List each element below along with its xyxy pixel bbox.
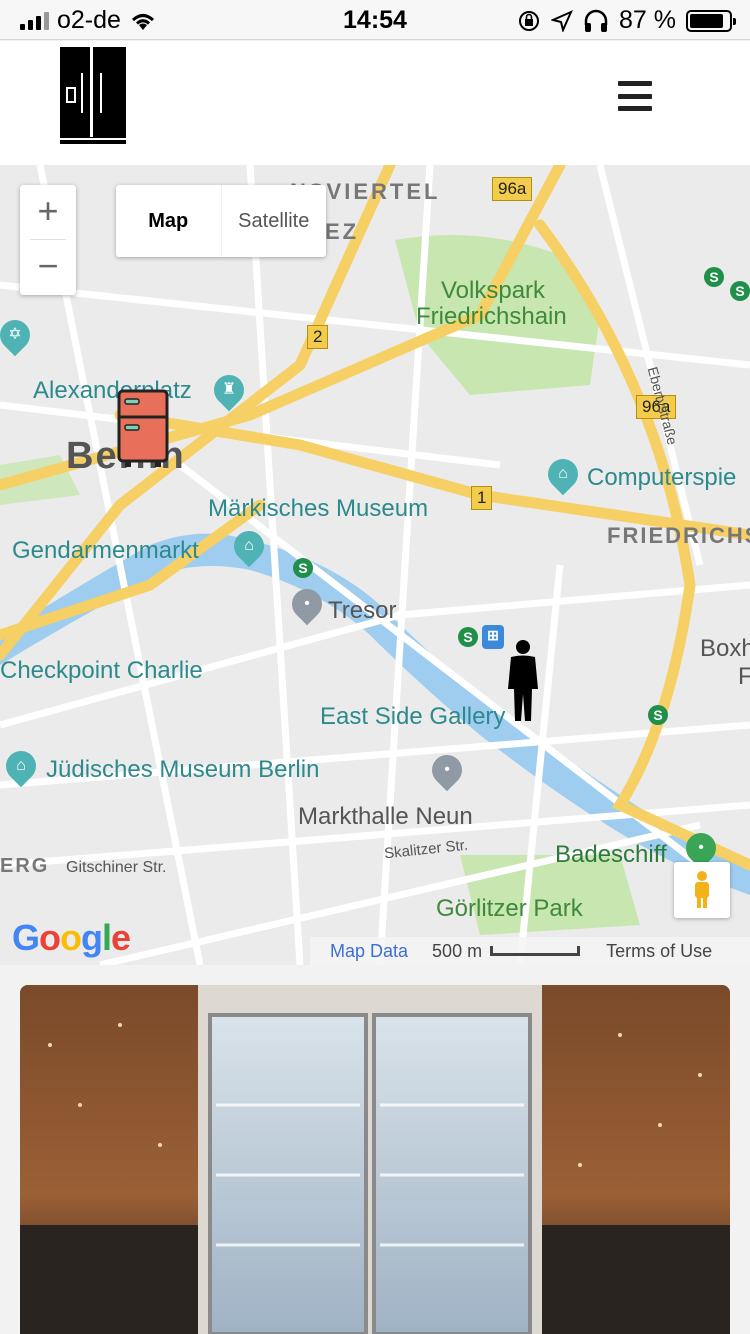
district-label: FRIEDRICHS bbox=[607, 523, 750, 548]
place-label: Jüdisches Museum Berlin bbox=[46, 756, 320, 783]
train-icon: ⊞ bbox=[482, 625, 504, 649]
status-bar: o2-de 14:54 87 % bbox=[0, 0, 750, 40]
park-label: Friedrichshain bbox=[416, 303, 567, 330]
map-type-control: Map Satellite bbox=[116, 185, 326, 257]
status-right: 87 % bbox=[517, 6, 736, 35]
place-pin-icon[interactable]: • bbox=[285, 582, 329, 626]
park-label: Görlitzer Park bbox=[436, 895, 583, 922]
landmark-icon[interactable]: ♜ bbox=[207, 368, 251, 412]
place-label: East Side Gallery bbox=[320, 703, 506, 730]
map-data-link[interactable]: Map Data bbox=[330, 941, 408, 962]
sbahn-icon: S bbox=[648, 705, 668, 725]
place-label: Markthalle Neun bbox=[298, 803, 473, 830]
scale-bar bbox=[490, 946, 581, 956]
museum-icon[interactable]: ⌂ bbox=[227, 524, 271, 568]
fridge-marker-icon[interactable] bbox=[117, 389, 169, 469]
map-view[interactable]: 96a 2 96a 1 NSVIERTEL EZ Volkspark Fried… bbox=[0, 165, 750, 965]
google-logo: Google bbox=[12, 917, 131, 958]
zoom-out-button[interactable]: − bbox=[20, 240, 76, 295]
fridge-photo bbox=[20, 985, 730, 1334]
map-type-map-button[interactable]: Map bbox=[116, 185, 222, 257]
museum-icon[interactable]: ⌂ bbox=[541, 452, 585, 496]
zoom-in-button[interactable]: + bbox=[20, 185, 76, 240]
museum-icon[interactable]: ⌂ bbox=[0, 744, 43, 788]
rotation-lock-icon bbox=[519, 10, 540, 31]
map-footer: Map Data 500 m Terms of Use bbox=[310, 937, 750, 965]
road-shield: 1 bbox=[471, 486, 493, 510]
park-label: Volkspark bbox=[441, 277, 546, 304]
street-view-pegman-button[interactable] bbox=[674, 862, 730, 918]
street-label: Gitschiner Str. bbox=[66, 859, 167, 876]
scale-label: 500 m bbox=[432, 940, 483, 961]
sbahn-icon: S bbox=[704, 267, 724, 287]
pegman-icon bbox=[695, 871, 709, 908]
battery-percent: 87 % bbox=[619, 6, 676, 34]
place-label: Checkpoint Charlie bbox=[0, 657, 203, 684]
headphones-icon bbox=[584, 9, 608, 32]
place-pin-icon[interactable]: • bbox=[425, 748, 469, 792]
district-label: EZ bbox=[325, 219, 360, 244]
place-label: F bbox=[738, 663, 750, 690]
place-label: Gendarmenmarkt bbox=[12, 537, 199, 564]
sbahn-icon: S bbox=[730, 281, 750, 301]
person-location-icon bbox=[508, 640, 538, 721]
district-label: ERG bbox=[0, 855, 50, 877]
fridge-logo-icon[interactable] bbox=[60, 47, 126, 144]
place-label: Computerspie bbox=[587, 464, 737, 491]
place-label: Tresor bbox=[328, 597, 397, 624]
battery-fill bbox=[690, 13, 724, 28]
scale-indicator: 500 m bbox=[432, 940, 581, 962]
sbahn-icon: S bbox=[293, 558, 313, 578]
road-shield: 2 bbox=[307, 325, 329, 349]
hamburger-menu-icon[interactable] bbox=[618, 81, 652, 111]
sbahn-icon: S bbox=[458, 627, 478, 647]
app-header bbox=[0, 41, 750, 165]
terms-of-use-link[interactable]: Terms of Use bbox=[606, 941, 712, 962]
fridge-photo-image bbox=[20, 985, 730, 1334]
place-label: Märkisches Museum bbox=[208, 495, 429, 522]
map-type-satellite-button[interactable]: Satellite bbox=[222, 185, 327, 257]
place-label: Boxh bbox=[700, 635, 750, 662]
battery-icon bbox=[686, 9, 736, 32]
place-label: Badeschiff bbox=[555, 841, 667, 868]
road-shield: 96a bbox=[492, 177, 533, 201]
location-arrow-icon bbox=[551, 9, 573, 32]
zoom-control: + − bbox=[20, 185, 76, 295]
